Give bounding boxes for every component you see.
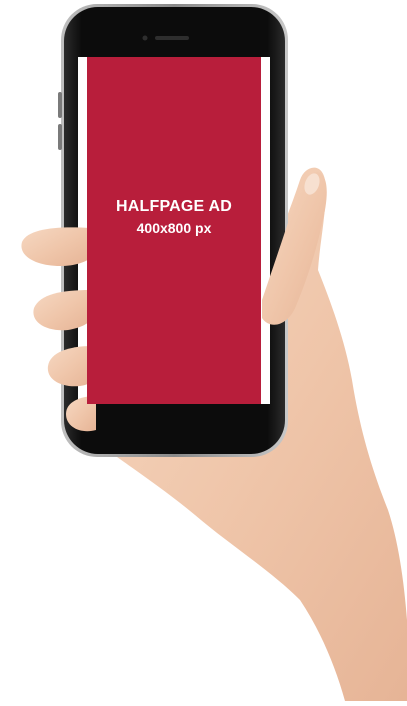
- finger-middle: [33, 290, 90, 331]
- phone-volume-button: [58, 124, 62, 150]
- phone-camera: [142, 35, 148, 41]
- ad-title: HALFPAGE AD: [116, 198, 232, 215]
- finger-index: [21, 227, 90, 266]
- photo-scene: HALFPAGE AD 400x800 px: [0, 0, 407, 701]
- phone-speaker: [155, 36, 189, 40]
- ad-size-label: 400x800 px: [136, 220, 212, 236]
- halfpage-ad-placeholder: HALFPAGE AD 400x800 px: [87, 57, 261, 404]
- phone-volume-button: [58, 92, 62, 118]
